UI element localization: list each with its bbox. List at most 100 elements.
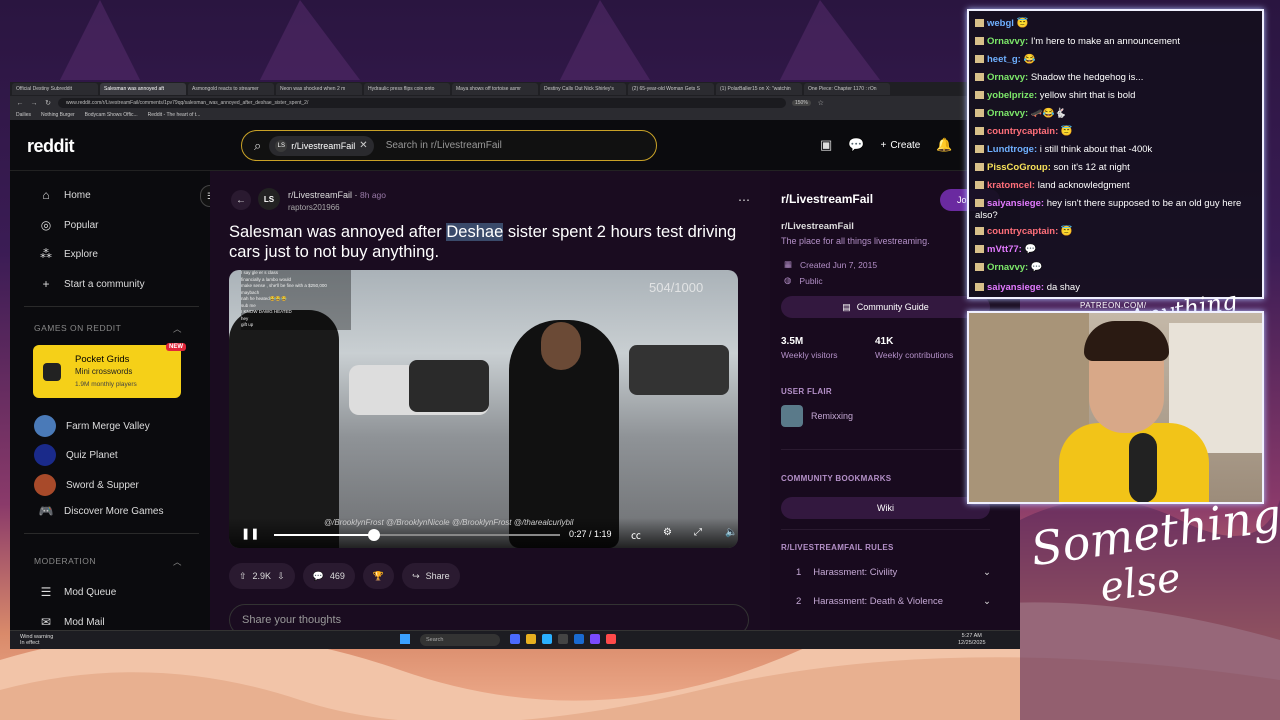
create-button[interactable]: + Create: [880, 140, 920, 151]
vote-button[interactable]: ⇧ 2.9K ⇩: [229, 563, 295, 589]
chat-username[interactable]: countrycaptain:: [987, 126, 1058, 137]
sidebar-item-home[interactable]: ⌂ Home: [38, 188, 90, 202]
back-button[interactable]: ←: [231, 190, 251, 210]
award-button[interactable]: 🏆: [362, 563, 395, 589]
video-seek-bar[interactable]: [274, 529, 560, 541]
settings-icon[interactable]: ⚙: [663, 527, 672, 538]
moderation-section-header[interactable]: MODERATION ︿: [34, 556, 182, 568]
video-player[interactable]: I say gle er s class financially a lambo…: [229, 270, 738, 548]
downvote-icon[interactable]: ⇩: [277, 571, 285, 582]
star-icon[interactable]: ☆: [817, 99, 825, 107]
reddit-logo[interactable]: reddit: [27, 136, 75, 157]
chat-username[interactable]: Ornavvy:: [987, 108, 1028, 119]
post-author[interactable]: raptors201966: [288, 203, 340, 212]
chat-username[interactable]: Ornavvy:: [987, 72, 1028, 83]
app-icon[interactable]: [510, 634, 520, 644]
subreddit-avatar[interactable]: LS: [258, 188, 280, 210]
subreddit-search-chip[interactable]: LS r/LivestreamFail ✕: [269, 135, 374, 156]
chat-username[interactable]: saiyansiege:: [987, 198, 1044, 209]
browser-tab[interactable]: Destiny Calls Out Nick Shirley's: [540, 83, 626, 95]
rule-item[interactable]: 2 Harassment: Death & Violence ⌄: [796, 596, 991, 607]
sidebar-item-farm-merge-valley[interactable]: Farm Merge Valley: [34, 415, 150, 437]
chat-username[interactable]: heet_g:: [987, 54, 1021, 65]
reload-icon[interactable]: ↻: [44, 99, 52, 107]
guide-label: Community Guide: [856, 302, 929, 312]
folder-icon[interactable]: [526, 634, 536, 644]
more-options-icon[interactable]: ⋯: [738, 193, 750, 207]
sidebar-item-discover-games[interactable]: 🎮 Discover More Games: [38, 504, 164, 518]
upvote-icon[interactable]: ⇧: [239, 571, 247, 582]
chat-username[interactable]: mVtt77:: [987, 244, 1022, 255]
chat-username[interactable]: yobelprize:: [987, 90, 1037, 101]
sidebar-item-start-community[interactable]: + Start a community: [38, 277, 144, 291]
captions-icon[interactable]: ㏄: [631, 527, 641, 542]
award-icon: 🏆: [372, 570, 385, 581]
share-button[interactable]: ↪ Share: [402, 563, 460, 589]
sidebar-item-label: Farm Merge Valley: [66, 420, 150, 432]
user-flair[interactable]: Remixxing: [781, 405, 853, 427]
chat-icon[interactable]: 💬: [848, 137, 864, 153]
sidebar-item-explore[interactable]: ⁂ Explore: [38, 247, 98, 261]
community-guide-button[interactable]: ▤ Community Guide: [781, 296, 990, 318]
bookmark[interactable]: Bodycam Shows Offic...: [85, 112, 138, 118]
browser-tab[interactable]: (2) 65-year-old Woman Gets S: [628, 83, 714, 95]
browser-tab-active[interactable]: Salesman was annoyed aft: [100, 83, 186, 95]
fullscreen-icon[interactable]: ⤢: [694, 527, 702, 538]
ads-icon[interactable]: ▣: [820, 137, 832, 153]
chat-username[interactable]: webgl: [987, 18, 1014, 29]
sidebar-item-popular[interactable]: ◎ Popular: [38, 218, 99, 232]
sidebar-item-sword-supper[interactable]: Sword & Supper: [34, 474, 139, 496]
taskbar-search[interactable]: Search: [420, 634, 500, 646]
popular-icon: ◎: [40, 218, 52, 232]
chat-username[interactable]: Ornavvy:: [987, 36, 1028, 47]
chat-username[interactable]: saiyansiege:: [987, 282, 1044, 293]
browser-tab[interactable]: Maya shows off tortoise asmr: [452, 83, 538, 95]
chat-username[interactable]: Ornavvy:: [987, 262, 1028, 273]
close-icon[interactable]: ✕: [359, 140, 367, 151]
share-label: Share: [425, 571, 450, 581]
app-icon[interactable]: [558, 634, 568, 644]
app-icon[interactable]: [574, 634, 584, 644]
chat-username[interactable]: countrycaptain:: [987, 226, 1058, 237]
sidebar-item-mod-queue[interactable]: ☰ Mod Queue: [38, 585, 117, 599]
zoom-indicator[interactable]: 150%: [792, 100, 811, 106]
bookmark[interactable]: Nothing Burger: [41, 112, 75, 118]
sidebar-item-quiz-planet[interactable]: Quiz Planet: [34, 444, 118, 466]
windows-start-icon[interactable]: [400, 634, 410, 644]
chat-message: countrycaptain: 😇: [975, 126, 1255, 138]
bookmark[interactable]: Dailies: [16, 112, 31, 118]
app-icon[interactable]: [542, 634, 552, 644]
search-input[interactable]: ⌕ LS r/LivestreamFail ✕ Search in r/Live…: [241, 130, 657, 161]
forward-icon[interactable]: →: [30, 100, 38, 107]
notification-icon[interactable]: 🔔: [936, 137, 952, 153]
games-section-header[interactable]: GAMES ON REDDIT ︿: [34, 323, 182, 335]
browser-tab[interactable]: (1) PolarBaller15 on X: "watchin: [716, 83, 802, 95]
chat-badge-icon: [975, 55, 984, 63]
browser-tab[interactable]: Asmongold reacts to streamer: [188, 83, 274, 95]
browser-tab[interactable]: Neon was shocked when 2 m: [276, 83, 362, 95]
browser-tab[interactable]: Official Destiny Subreddit: [12, 83, 98, 95]
bookmark[interactable]: Reddit - The heart of t...: [148, 112, 201, 118]
featured-game-card[interactable]: Pocket Grids Mini crosswords 1.9M monthl…: [33, 345, 181, 398]
chat-username[interactable]: PissCoGroup:: [987, 162, 1051, 173]
comments-button[interactable]: 💬 469: [302, 563, 355, 589]
seek-handle[interactable]: [368, 529, 381, 541]
subreddit-link[interactable]: r/LivestreamFail: [288, 190, 352, 200]
browser-tab[interactable]: One Piece: Chapter 1170 : rOn: [804, 83, 890, 95]
url-field[interactable]: www.reddit.com/r/LivestreamFail/comments…: [58, 98, 786, 108]
video-face: [541, 322, 581, 370]
flair-label: Remixxing: [811, 411, 854, 421]
chat-username[interactable]: Lundtroge:: [987, 144, 1037, 155]
app-icon[interactable]: [606, 634, 616, 644]
back-icon[interactable]: ←: [16, 100, 24, 107]
app-icon[interactable]: [590, 634, 600, 644]
wiki-button[interactable]: Wiki: [781, 497, 990, 519]
weather-widget[interactable]: Wind warning In effect: [20, 634, 53, 646]
rule-item[interactable]: 1 Harassment: Civility ⌄: [796, 567, 991, 578]
pause-icon[interactable]: ❚❚: [241, 527, 259, 540]
sidebar-item-mod-mail[interactable]: ✉ Mod Mail: [38, 615, 105, 629]
taskbar-clock[interactable]: 5:27 AM 12/25/2025: [958, 633, 986, 646]
browser-tab[interactable]: Hydraulic press flips coin onto: [364, 83, 450, 95]
volume-icon[interactable]: 🔈: [725, 527, 737, 538]
chat-username[interactable]: kratomcel:: [987, 180, 1035, 191]
